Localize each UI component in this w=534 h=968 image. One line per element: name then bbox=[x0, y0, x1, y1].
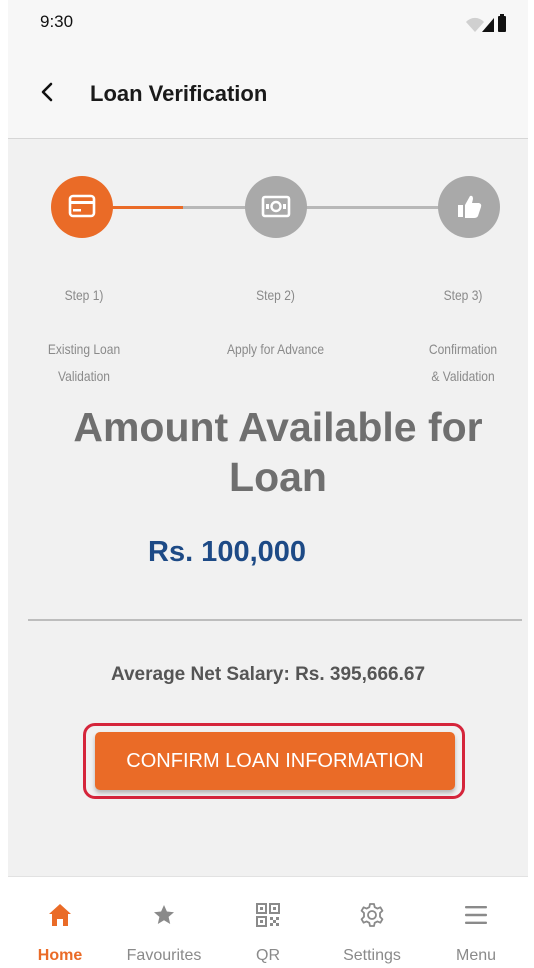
step-3-title: Confirmation & Validation bbox=[428, 341, 498, 384]
amount-available-heading: Amount Available for Loan bbox=[73, 404, 483, 500]
app-bar: Loan Verification bbox=[8, 44, 528, 139]
nav-label-favourites: Favourites bbox=[126, 947, 202, 964]
average-net-salary: Average Net Salary: Rs. 395,666.67 bbox=[110, 664, 426, 685]
step-connector-active bbox=[109, 206, 183, 209]
confirm-loan-information-button[interactable]: CONFIRM LOAN INFORMATION bbox=[95, 732, 455, 790]
nav-item-settings[interactable]: Settings bbox=[320, 877, 424, 968]
thumbs-up-icon bbox=[458, 195, 482, 218]
card-icon bbox=[68, 194, 96, 218]
gear-icon bbox=[360, 903, 384, 927]
step-3-indicator bbox=[438, 176, 500, 238]
nav-item-menu[interactable]: Menu bbox=[424, 877, 528, 968]
nav-label-menu: Menu bbox=[455, 947, 497, 964]
loan-verification-screen: 9:30 Loan Verification Step 1) Existing … bbox=[8, 0, 528, 968]
nav-item-qr[interactable]: QR bbox=[216, 877, 320, 968]
page-title: Loan Verification bbox=[90, 81, 268, 106]
divider bbox=[28, 619, 522, 621]
step-connector bbox=[298, 206, 448, 209]
step-1-number: Step 1) bbox=[64, 287, 104, 303]
chevron-left-icon[interactable] bbox=[34, 78, 62, 106]
nav-label-home: Home bbox=[37, 947, 83, 964]
step-3-label: Step 3) Confirmation & Validation bbox=[411, 255, 514, 417]
qr-code-icon bbox=[256, 903, 280, 927]
step-2-title: Apply for Advance bbox=[226, 341, 325, 357]
status-bar: 9:30 bbox=[8, 0, 528, 44]
cash-icon bbox=[261, 195, 291, 218]
loan-amount-value: Rs. 100,000 bbox=[148, 536, 307, 568]
nav-item-favourites[interactable]: Favourites bbox=[112, 877, 216, 968]
bottom-navigation: Home Favourites QR Settings Menu bbox=[8, 876, 528, 968]
nav-label-settings: Settings bbox=[343, 947, 401, 964]
step-2-label: Step 2) Apply for Advance bbox=[205, 255, 347, 390]
status-time: 9:30 bbox=[40, 12, 74, 31]
nav-label-qr: QR bbox=[256, 947, 280, 964]
menu-icon bbox=[465, 906, 487, 924]
step-1-title: Existing Loan Validation bbox=[47, 341, 121, 384]
home-icon bbox=[49, 904, 71, 926]
step-1-indicator bbox=[51, 176, 113, 238]
progress-stepper bbox=[8, 170, 528, 250]
step-3-number: Step 3) bbox=[443, 287, 483, 303]
star-icon bbox=[154, 905, 174, 924]
step-2-indicator bbox=[245, 176, 307, 238]
step-1-label: Step 1) Existing Loan Validation bbox=[32, 255, 135, 417]
step-2-number: Step 2) bbox=[256, 287, 295, 303]
nav-item-home[interactable]: Home bbox=[8, 877, 112, 968]
signal-battery-icon bbox=[466, 14, 506, 32]
